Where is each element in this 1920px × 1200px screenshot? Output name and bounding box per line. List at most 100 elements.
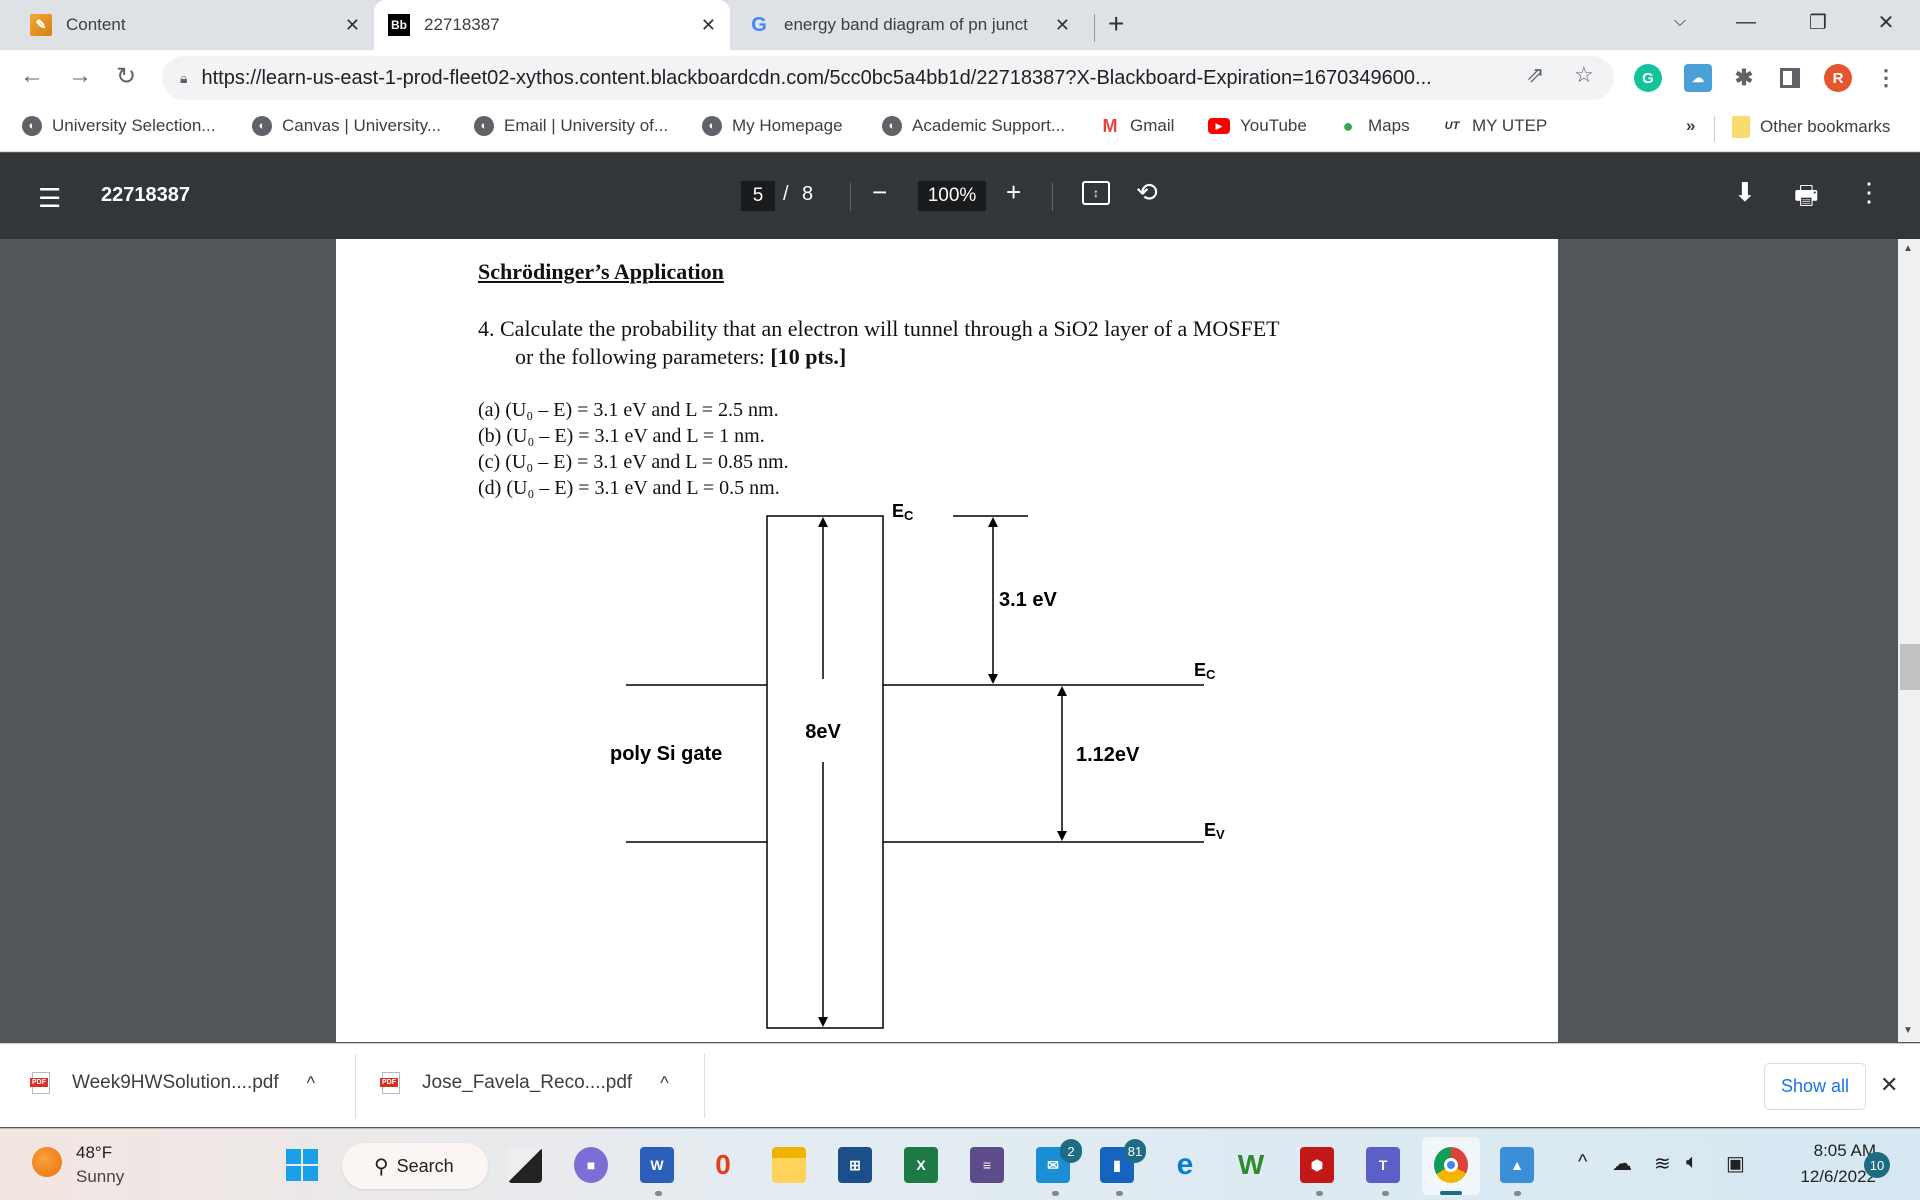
running-indicator [1052, 1191, 1059, 1196]
profile-avatar[interactable]: R [1824, 64, 1852, 92]
volume-icon[interactable]: 🔈︎ [1686, 1151, 1698, 1174]
mail-badge: 2 [1060, 1139, 1082, 1163]
weather-temperature[interactable]: 48°F [76, 1143, 112, 1163]
bookmark-academic-support[interactable]: ◐ Academic Support... [882, 116, 1065, 136]
bookmarks-overflow-button[interactable]: » [1686, 116, 1695, 136]
grammarly-extension-icon[interactable]: G [1634, 64, 1662, 92]
download-icon[interactable]: ⬇ [1734, 177, 1756, 208]
chrome-menu-icon[interactable]: ⋮ [1872, 64, 1900, 92]
file-explorer-icon[interactable] [772, 1147, 806, 1183]
more-actions-icon[interactable]: ⋮ [1856, 177, 1882, 208]
bookmark-gmail[interactable]: M Gmail [1100, 115, 1175, 136]
bookmark-label: University Selection... [52, 116, 216, 135]
close-downloads-bar-icon[interactable]: ✕ [1880, 1072, 1898, 1098]
bookmark-my-utep[interactable]: UT MY UTEP [1442, 116, 1548, 136]
oxide-ec-label: EC [892, 501, 914, 523]
notification-count-badge[interactable]: 10 [1864, 1152, 1890, 1178]
task-view-icon[interactable] [508, 1147, 542, 1183]
side-panel-icon[interactable] [1776, 64, 1804, 92]
bookmark-university-selection[interactable]: ◐ University Selection... [22, 116, 215, 136]
red-cube-app-icon[interactable]: ⬢ [1300, 1147, 1334, 1183]
chrome-icon[interactable] [1434, 1147, 1468, 1183]
show-all-downloads-button[interactable]: Show all [1764, 1063, 1866, 1110]
scroll-down-arrow-icon[interactable]: ▼ [1903, 1025, 1913, 1036]
download-item-jose-favela[interactable]: Jose_Favela_Reco....pdf ^ [380, 1072, 669, 1094]
blackboard-icon: Bb [388, 14, 410, 36]
battery-icon[interactable]: ▣ [1726, 1151, 1745, 1176]
tab-22718387[interactable]: Bb 22718387 ✕ [374, 0, 730, 50]
download-item-week9[interactable]: Week9HWSolution....pdf ^ [30, 1072, 315, 1094]
zoom-out-button[interactable]: − [872, 177, 887, 208]
edge-icon[interactable]: e [1168, 1147, 1202, 1183]
circuit-app-icon[interactable]: ≡ [970, 1147, 1004, 1183]
clock-time[interactable]: 8:05 AM [1776, 1141, 1876, 1161]
youtube-icon: ▶ [1208, 118, 1230, 134]
extensions-puzzle-icon[interactable]: ✱ [1730, 64, 1758, 92]
gmail-icon: M [1102, 115, 1118, 136]
address-bar[interactable]: 🔒︎ https://learn-us-east-1-prod-fleet02-… [162, 56, 1614, 100]
pdf-page: Schrödinger’s Application 4. Calculate t… [336, 239, 1558, 1042]
bookmark-email[interactable]: ◐ Email | University of... [474, 116, 668, 136]
onedrive-cloud-icon[interactable]: ☁ [1612, 1151, 1632, 1176]
teams-chat-icon[interactable]: ■ [574, 1147, 608, 1183]
tab-content[interactable]: ✎ Content ✕ [16, 0, 374, 50]
tab-search-chevron-icon[interactable]: ⌵ [1652, 0, 1708, 44]
scroll-up-arrow-icon[interactable]: ▲ [1903, 243, 1913, 254]
share-icon[interactable]: ⇗ [1526, 62, 1544, 88]
maps-pin-icon: ● [1342, 115, 1354, 136]
wifi-icon[interactable]: ≋ [1654, 1151, 1671, 1176]
vertical-scrollbar[interactable]: ▲ ▼ [1898, 239, 1920, 1042]
restore-button[interactable]: ❐ [1790, 0, 1846, 44]
minimize-button[interactable]: — [1718, 0, 1774, 44]
active-indicator [1440, 1191, 1462, 1195]
windows-start-button[interactable] [286, 1149, 318, 1181]
teams-icon[interactable]: T [1366, 1147, 1400, 1183]
forward-button[interactable]: → [68, 62, 92, 90]
w-app-icon[interactable]: W [1234, 1147, 1268, 1183]
globe-icon: ◐ [474, 116, 494, 136]
zoom-in-button[interactable]: + [1006, 177, 1021, 208]
bookmark-label: Academic Support... [912, 116, 1066, 135]
back-button[interactable]: ← [20, 62, 44, 90]
running-indicator [1316, 1191, 1323, 1196]
page-number-input[interactable]: 5 [741, 181, 775, 211]
page-separator: / [783, 183, 789, 205]
photos-icon[interactable]: ▲ [1500, 1147, 1534, 1183]
hamburger-menu-icon[interactable]: ☰ [38, 183, 61, 214]
tab-separator [1094, 14, 1095, 42]
close-window-button[interactable]: ✕ [1858, 0, 1914, 44]
bookmark-my-homepage[interactable]: ◐ My Homepage [702, 116, 843, 136]
show-hidden-icons-chevron[interactable]: ^ [1578, 1151, 1587, 1174]
reload-button[interactable]: ↻ [116, 62, 136, 91]
word-icon[interactable]: W [640, 1147, 674, 1183]
microsoft-store-icon[interactable]: ⊞ [838, 1147, 872, 1183]
cloud-extension-icon[interactable]: ☁ [1684, 64, 1712, 92]
chevron-up-icon[interactable]: ^ [307, 1073, 315, 1094]
print-icon[interactable]: 🖶︎ [1794, 177, 1819, 221]
bookmark-youtube[interactable]: ▶ YouTube [1208, 116, 1307, 136]
bookmark-canvas[interactable]: ◐ Canvas | University... [252, 116, 441, 136]
folder-icon [1732, 116, 1750, 138]
zoom-level-input[interactable]: 100% [918, 181, 986, 211]
rotate-icon[interactable]: ⟲ [1136, 177, 1158, 208]
sun-weather-icon[interactable] [32, 1147, 62, 1177]
weather-description[interactable]: Sunny [76, 1167, 124, 1187]
bookmark-label: Gmail [1130, 116, 1175, 135]
clock-date[interactable]: 12/6/2022 [1776, 1167, 1876, 1187]
office-icon[interactable]: 0 [706, 1147, 740, 1183]
fit-to-page-icon[interactable]: ↕ [1082, 181, 1110, 205]
other-bookmarks[interactable]: Other bookmarks [1732, 116, 1890, 138]
close-tab-icon[interactable]: ✕ [345, 15, 360, 36]
url-text[interactable]: https://learn-us-east-1-prod-fleet02-xyt… [201, 67, 1541, 90]
tab-google-search[interactable]: G energy band diagram of pn junct ✕ [734, 0, 1084, 50]
new-tab-button[interactable]: + [1108, 8, 1124, 40]
close-tab-icon[interactable]: ✕ [1055, 15, 1070, 36]
scrollbar-thumb[interactable] [1900, 644, 1920, 690]
bookmark-star-icon[interactable]: ☆ [1574, 62, 1594, 88]
bookmark-label: Other bookmarks [1760, 117, 1891, 136]
bookmark-maps[interactable]: ● Maps [1338, 116, 1410, 136]
taskbar-search-box[interactable]: ⚲ Search [342, 1143, 488, 1189]
chevron-up-icon[interactable]: ^ [660, 1073, 668, 1094]
excel-icon[interactable]: X [904, 1147, 938, 1183]
close-tab-icon[interactable]: ✕ [701, 15, 716, 36]
